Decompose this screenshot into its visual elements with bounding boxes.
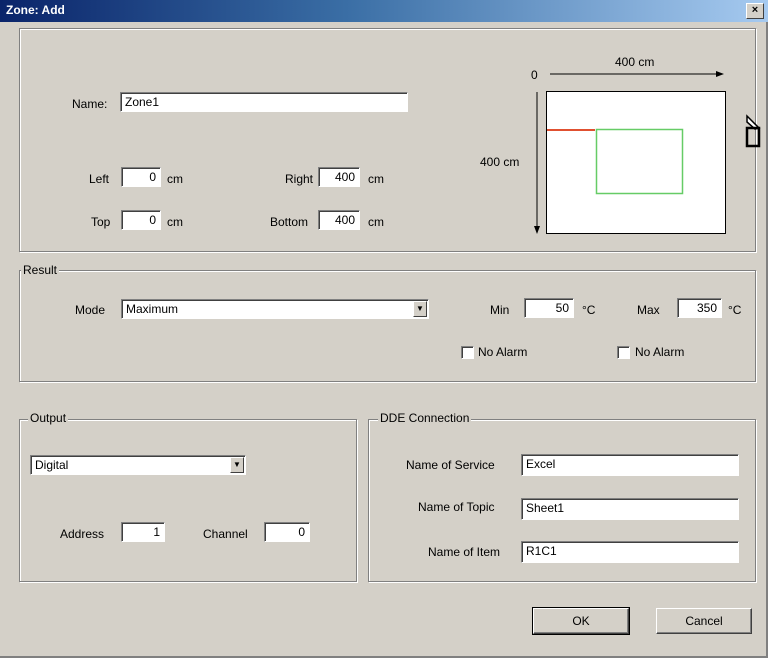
topic-input[interactable]: Sheet1	[521, 498, 739, 520]
close-button[interactable]: ×	[746, 3, 764, 19]
output-type-value: Digital	[35, 458, 69, 472]
topic-label: Name of Topic	[418, 500, 495, 514]
address-input[interactable]: 1	[121, 522, 165, 542]
left-unit: cm	[167, 172, 183, 186]
name-label: Name:	[72, 97, 108, 111]
chevron-down-icon[interactable]: ▼	[413, 301, 427, 317]
bottom-input[interactable]: 400	[318, 210, 360, 230]
bottom-unit: cm	[368, 215, 384, 229]
result-group-title: Result	[21, 263, 60, 277]
cancel-button[interactable]: Cancel	[656, 608, 752, 634]
max-input[interactable]: 350	[677, 298, 722, 318]
min-unit: °C	[582, 303, 596, 317]
address-label: Address	[60, 527, 105, 541]
min-input[interactable]: 50	[524, 298, 574, 318]
top-input[interactable]: 0	[121, 210, 161, 230]
ok-button[interactable]: OK	[532, 607, 630, 635]
channel-label: Channel	[203, 527, 248, 541]
y-axis-arrowhead	[534, 226, 540, 234]
output-group	[19, 419, 357, 582]
item-input[interactable]: R1C1	[521, 541, 739, 563]
top-unit: cm	[167, 215, 183, 229]
min-label: Min	[490, 303, 510, 317]
item-label: Name of Item	[428, 545, 501, 559]
service-label: Name of Service	[406, 458, 495, 472]
max-no-alarm-label: No Alarm	[635, 345, 685, 359]
zone-preview	[534, 71, 726, 234]
min-no-alarm-label: No Alarm	[478, 345, 528, 359]
right-input[interactable]: 400	[318, 167, 360, 187]
bottom-label: Bottom	[270, 215, 309, 229]
x-axis-arrowhead	[716, 71, 724, 77]
preview-canvas	[546, 91, 726, 234]
channel-input[interactable]: 0	[264, 522, 310, 542]
max-no-alarm-checkbox[interactable]	[617, 346, 630, 359]
dde-group-title: DDE Connection	[378, 411, 472, 425]
output-group-title: Output	[28, 411, 69, 425]
min-no-alarm-checkbox[interactable]	[461, 346, 474, 359]
mode-label: Mode	[75, 303, 106, 317]
name-input[interactable]: Zone1	[120, 92, 408, 112]
result-group	[19, 270, 756, 382]
service-input[interactable]: Excel	[521, 454, 739, 476]
mode-value: Maximum	[126, 302, 179, 316]
output-type-select[interactable]: Digital ▼	[30, 455, 246, 475]
max-unit: °C	[728, 303, 742, 317]
right-label: Right	[285, 172, 314, 186]
dialog-body: Name: Zone1 Left 0 cm Top 0 cm Right 400…	[0, 22, 768, 658]
title-bar: Zone: Add ×	[0, 0, 768, 22]
top-label: Top	[91, 215, 111, 229]
left-input[interactable]: 0	[121, 167, 161, 187]
window-title: Zone: Add	[6, 3, 65, 17]
preview-y-extent-label: 400 cm	[480, 155, 520, 169]
cursor-icon	[745, 114, 761, 148]
mode-select[interactable]: Maximum ▼	[121, 299, 429, 319]
left-label: Left	[89, 172, 110, 186]
chevron-down-icon[interactable]: ▼	[230, 457, 244, 473]
right-unit: cm	[368, 172, 384, 186]
max-label: Max	[637, 303, 660, 317]
